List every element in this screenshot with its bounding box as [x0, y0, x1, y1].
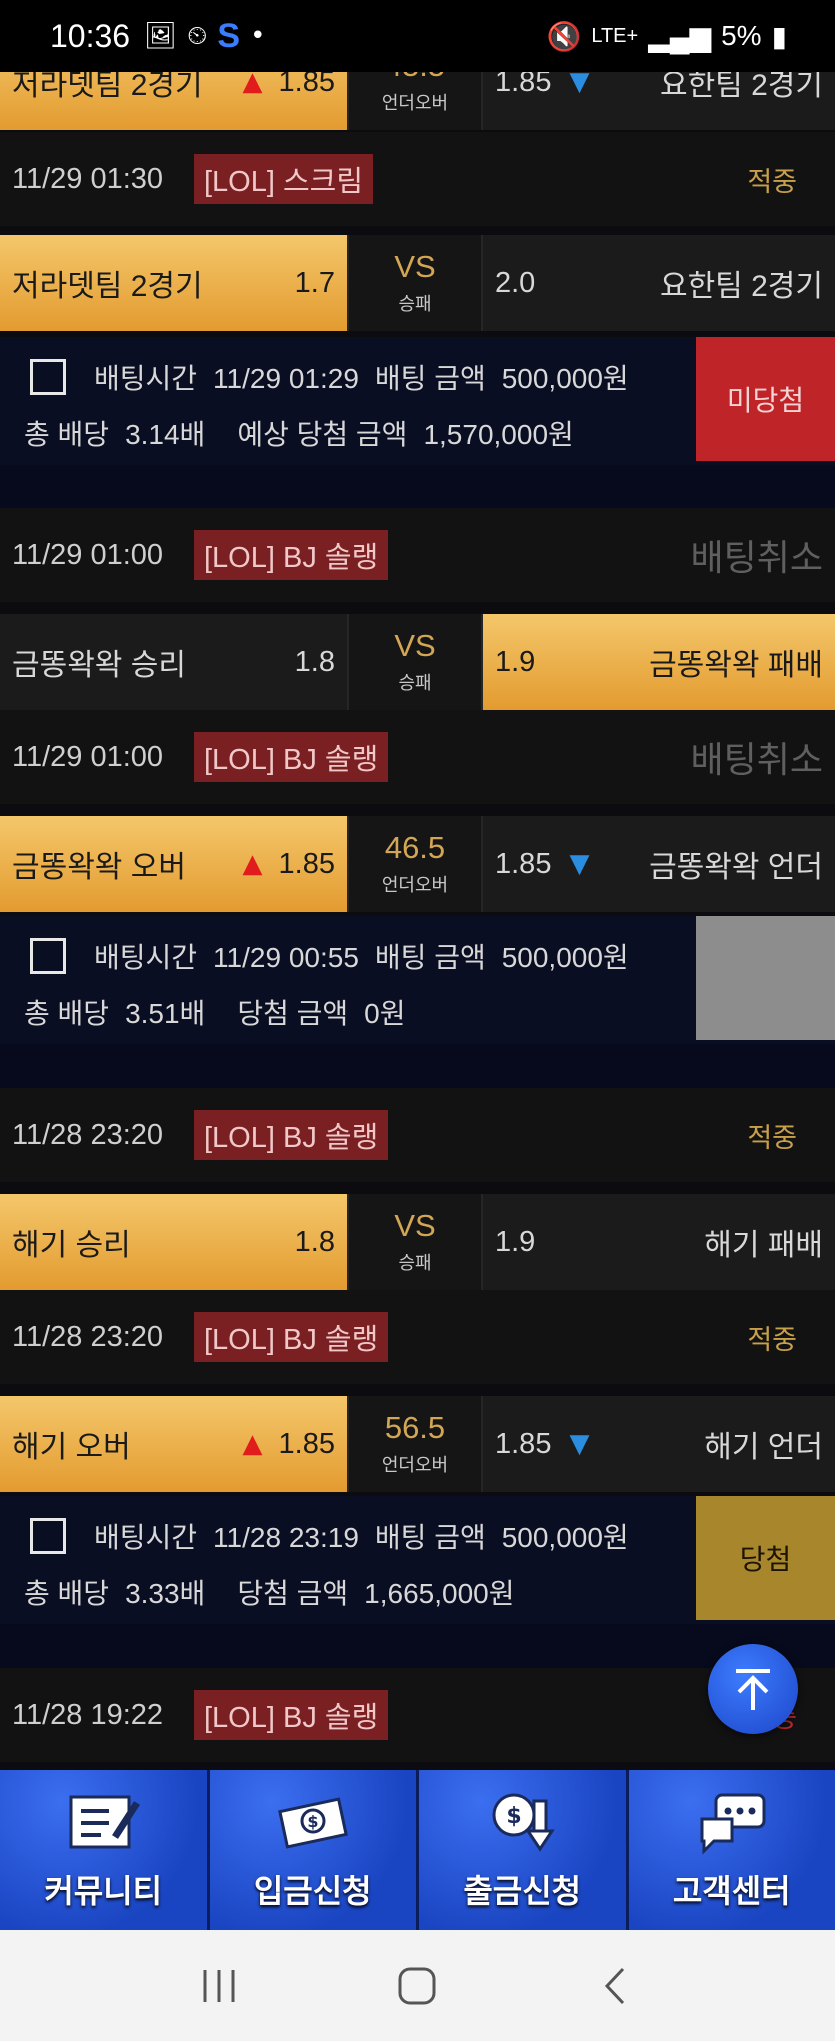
league-badge: [LOL] BJ 솔랭 [194, 1110, 389, 1160]
league-badge: [LOL] 스크림 [194, 154, 374, 204]
clock: 10:36 [50, 17, 131, 54]
battery-label: 5% [721, 20, 762, 51]
nav-withdraw[interactable]: $ 출금신청 [419, 1770, 629, 1930]
arrow-up-icon: ▲ [242, 1429, 263, 1459]
league-badge: [LOL] BJ 솔랭 [194, 1690, 389, 1740]
arrow-down-icon: ▼ [569, 849, 590, 879]
home-option[interactable]: 금똥왁왁 오버 ▲ 1.85 [0, 816, 349, 912]
dot-icon: • [250, 21, 266, 51]
bet-result-badge: 당첨 [696, 1496, 835, 1620]
signal-icon: ▂▄▆ [648, 20, 712, 52]
deposit-icon: $ [275, 1782, 351, 1862]
alarm-icon: ⏲ [187, 20, 208, 51]
recent-apps-button[interactable] [179, 1956, 259, 2016]
odds-row-partial: 저라뎃팀 2경기 ▲ 1.85 45.5 언더오버 1.85 ▼ 요한팀 2경기 [0, 72, 835, 130]
notification-icons: 🖼 ⏲ S • [144, 17, 265, 56]
odds-row: 해기 오버 ▲ 1.85 56.5 언더오버 1.85 ▼ 해기 언더 [0, 1396, 835, 1492]
recent-apps-icon [203, 1969, 235, 2002]
bet-info-line: 배팅시간 11/29 00:55 배팅 금액 500,000원 [94, 942, 629, 973]
bet-checkbox[interactable] [30, 1518, 66, 1554]
nav-support[interactable]: 고객센터 [628, 1770, 835, 1930]
spacer [0, 1044, 835, 1090]
bet-slip: 배팅시간 11/28 23:19 배팅 금액 500,000원 총 배당 3.33배 당첨… [0, 1496, 835, 1624]
away-option[interactable]: 1.9 해기 패배 [483, 1194, 835, 1290]
match-header: 11/28 23:20 [LOL] BJ 솔랭 적중 [0, 1290, 835, 1384]
match-status: 배팅취소 [690, 537, 823, 578]
bet-history-list[interactable]: 저라뎃팀 2경기 ▲ 1.85 45.5 언더오버 1.85 ▼ 요한팀 2경기… [0, 72, 835, 1770]
system-navigation-bar [0, 1930, 835, 2041]
bet-checkbox[interactable] [30, 359, 66, 395]
gallery-icon: 🖼 [144, 21, 178, 51]
vs-cell: VS 승패 [349, 235, 483, 331]
bet-result-badge [696, 916, 835, 1040]
bet-payout-line: 총 배당 3.14배 예상 당첨 금액 1,570,000원 [24, 419, 574, 450]
away-option[interactable]: 1.85 ▼ 해기 언더 [483, 1396, 835, 1492]
support-icon [694, 1782, 770, 1862]
home-icon [398, 1967, 436, 2004]
bet-info-line: 배팅시간 11/29 01:29 배팅 금액 500,000원 [94, 363, 629, 394]
home-option[interactable]: 해기 승리 1.8 [0, 1194, 349, 1290]
svg-text:$: $ [307, 1812, 318, 1831]
bet-checkbox[interactable] [30, 938, 66, 974]
match-status: 적중 [747, 1324, 797, 1355]
odds-row: 금똥왁왁 오버 ▲ 1.85 46.5 언더오버 1.85 ▼ 금똥왁왁 언더 [0, 816, 835, 912]
battery-icon: ▮ [771, 20, 787, 52]
community-icon [65, 1782, 141, 1862]
bet-payout-line: 총 배당 3.33배 당첨 금액 1,665,000원 [24, 1578, 515, 1609]
system-icons: 🔇 LTE+ ▂▄▆ 5% ▮ [546, 20, 787, 53]
handicap-cell: 56.5 언더오버 [349, 1396, 483, 1492]
bet-slip: 배팅시간 11/29 01:29 배팅 금액 500,000원 총 배당 3.14배 예상… [0, 337, 835, 465]
bet-result-badge: 미당첨 [696, 337, 835, 461]
nav-deposit[interactable]: $ 입금신청 [209, 1770, 419, 1930]
spacer [0, 1624, 835, 1670]
match-status: 배팅취소 [690, 739, 823, 780]
scroll-to-top-button[interactable] [708, 1644, 798, 1734]
back-icon [604, 1967, 624, 2004]
vs-cell: VS 승패 [349, 614, 483, 710]
odds-row: 저라뎃팀 2경기 1.7 VS 승패 2.0 요한팀 2경기 [0, 235, 835, 331]
arrow-down-icon: ▼ [569, 1429, 590, 1459]
away-option[interactable]: 2.0 요한팀 2경기 [483, 235, 835, 331]
vs-cell: VS 승패 [349, 1194, 483, 1290]
match-header: 11/29 01:30 [LOL] 스크림 적중 [0, 132, 835, 226]
match-header: 11/28 23:20 [LOL] BJ 솔랭 적중 [0, 1088, 835, 1182]
away-option[interactable]: 1.9 금똥왁왁 패배 [483, 614, 835, 710]
home-button[interactable] [377, 1956, 457, 2016]
withdraw-icon: $ [484, 1782, 560, 1862]
arrow-up-icon: ▲ [242, 72, 263, 97]
match-header: 11/29 01:00 [LOL] BJ 솔랭 배팅취소 [0, 508, 835, 602]
network-label: LTE+ [591, 24, 639, 47]
match-status: 적중 [747, 1122, 797, 1153]
league-badge: [LOL] BJ 솔랭 [194, 1312, 389, 1362]
match-header: 11/29 01:00 [LOL] BJ 솔랭 배팅취소 [0, 710, 835, 804]
svg-text:$: $ [507, 1804, 522, 1829]
nav-community[interactable]: 커뮤니티 [0, 1770, 210, 1930]
arrow-up-icon [736, 1669, 770, 1710]
mute-icon: 🔇 [546, 20, 582, 52]
status-bar: 10:36 🖼 ⏲ S • 🔇 LTE+ ▂▄▆ 5% ▮ [0, 0, 835, 72]
bet-payout-line: 총 배당 3.51배 당첨 금액 0원 [24, 998, 406, 1029]
home-option[interactable]: 금똥왁왁 승리 1.8 [0, 614, 349, 710]
handicap-cell: 46.5 언더오버 [349, 816, 483, 912]
bottom-navigation: 커뮤니티 $ 입금신청 $ 출금신청 고객센터 [0, 1770, 835, 1930]
app-s-icon: S [217, 16, 241, 55]
bet-slip: 배팅시간 11/29 00:55 배팅 금액 500,000원 총 배당 3.51배 당첨… [0, 916, 835, 1044]
home-option[interactable]: 저라뎃팀 2경기 1.7 [0, 235, 349, 331]
bet-info-line: 배팅시간 11/28 23:19 배팅 금액 500,000원 [94, 1522, 629, 1553]
back-button[interactable] [576, 1956, 656, 2016]
odds-row: 금똥왁왁 승리 1.8 VS 승패 1.9 금똥왁왁 패배 [0, 614, 835, 710]
league-badge: [LOL] BJ 솔랭 [194, 530, 389, 580]
arrow-up-icon: ▲ [242, 849, 263, 879]
arrow-down-icon: ▼ [569, 72, 590, 97]
match-status: 적중 [747, 166, 797, 197]
odds-row: 해기 승리 1.8 VS 승패 1.9 해기 패배 [0, 1194, 835, 1290]
league-badge: [LOL] BJ 솔랭 [194, 732, 389, 782]
away-option[interactable]: 1.85 ▼ 금똥왁왁 언더 [483, 816, 835, 912]
home-option[interactable]: 저라뎃팀 2경기 ▲ 1.85 [0, 72, 349, 130]
handicap-cell: 45.5 언더오버 [349, 72, 483, 130]
home-option[interactable]: 해기 오버 ▲ 1.85 [0, 1396, 349, 1492]
away-option[interactable]: 1.85 ▼ 요한팀 2경기 [483, 72, 835, 130]
